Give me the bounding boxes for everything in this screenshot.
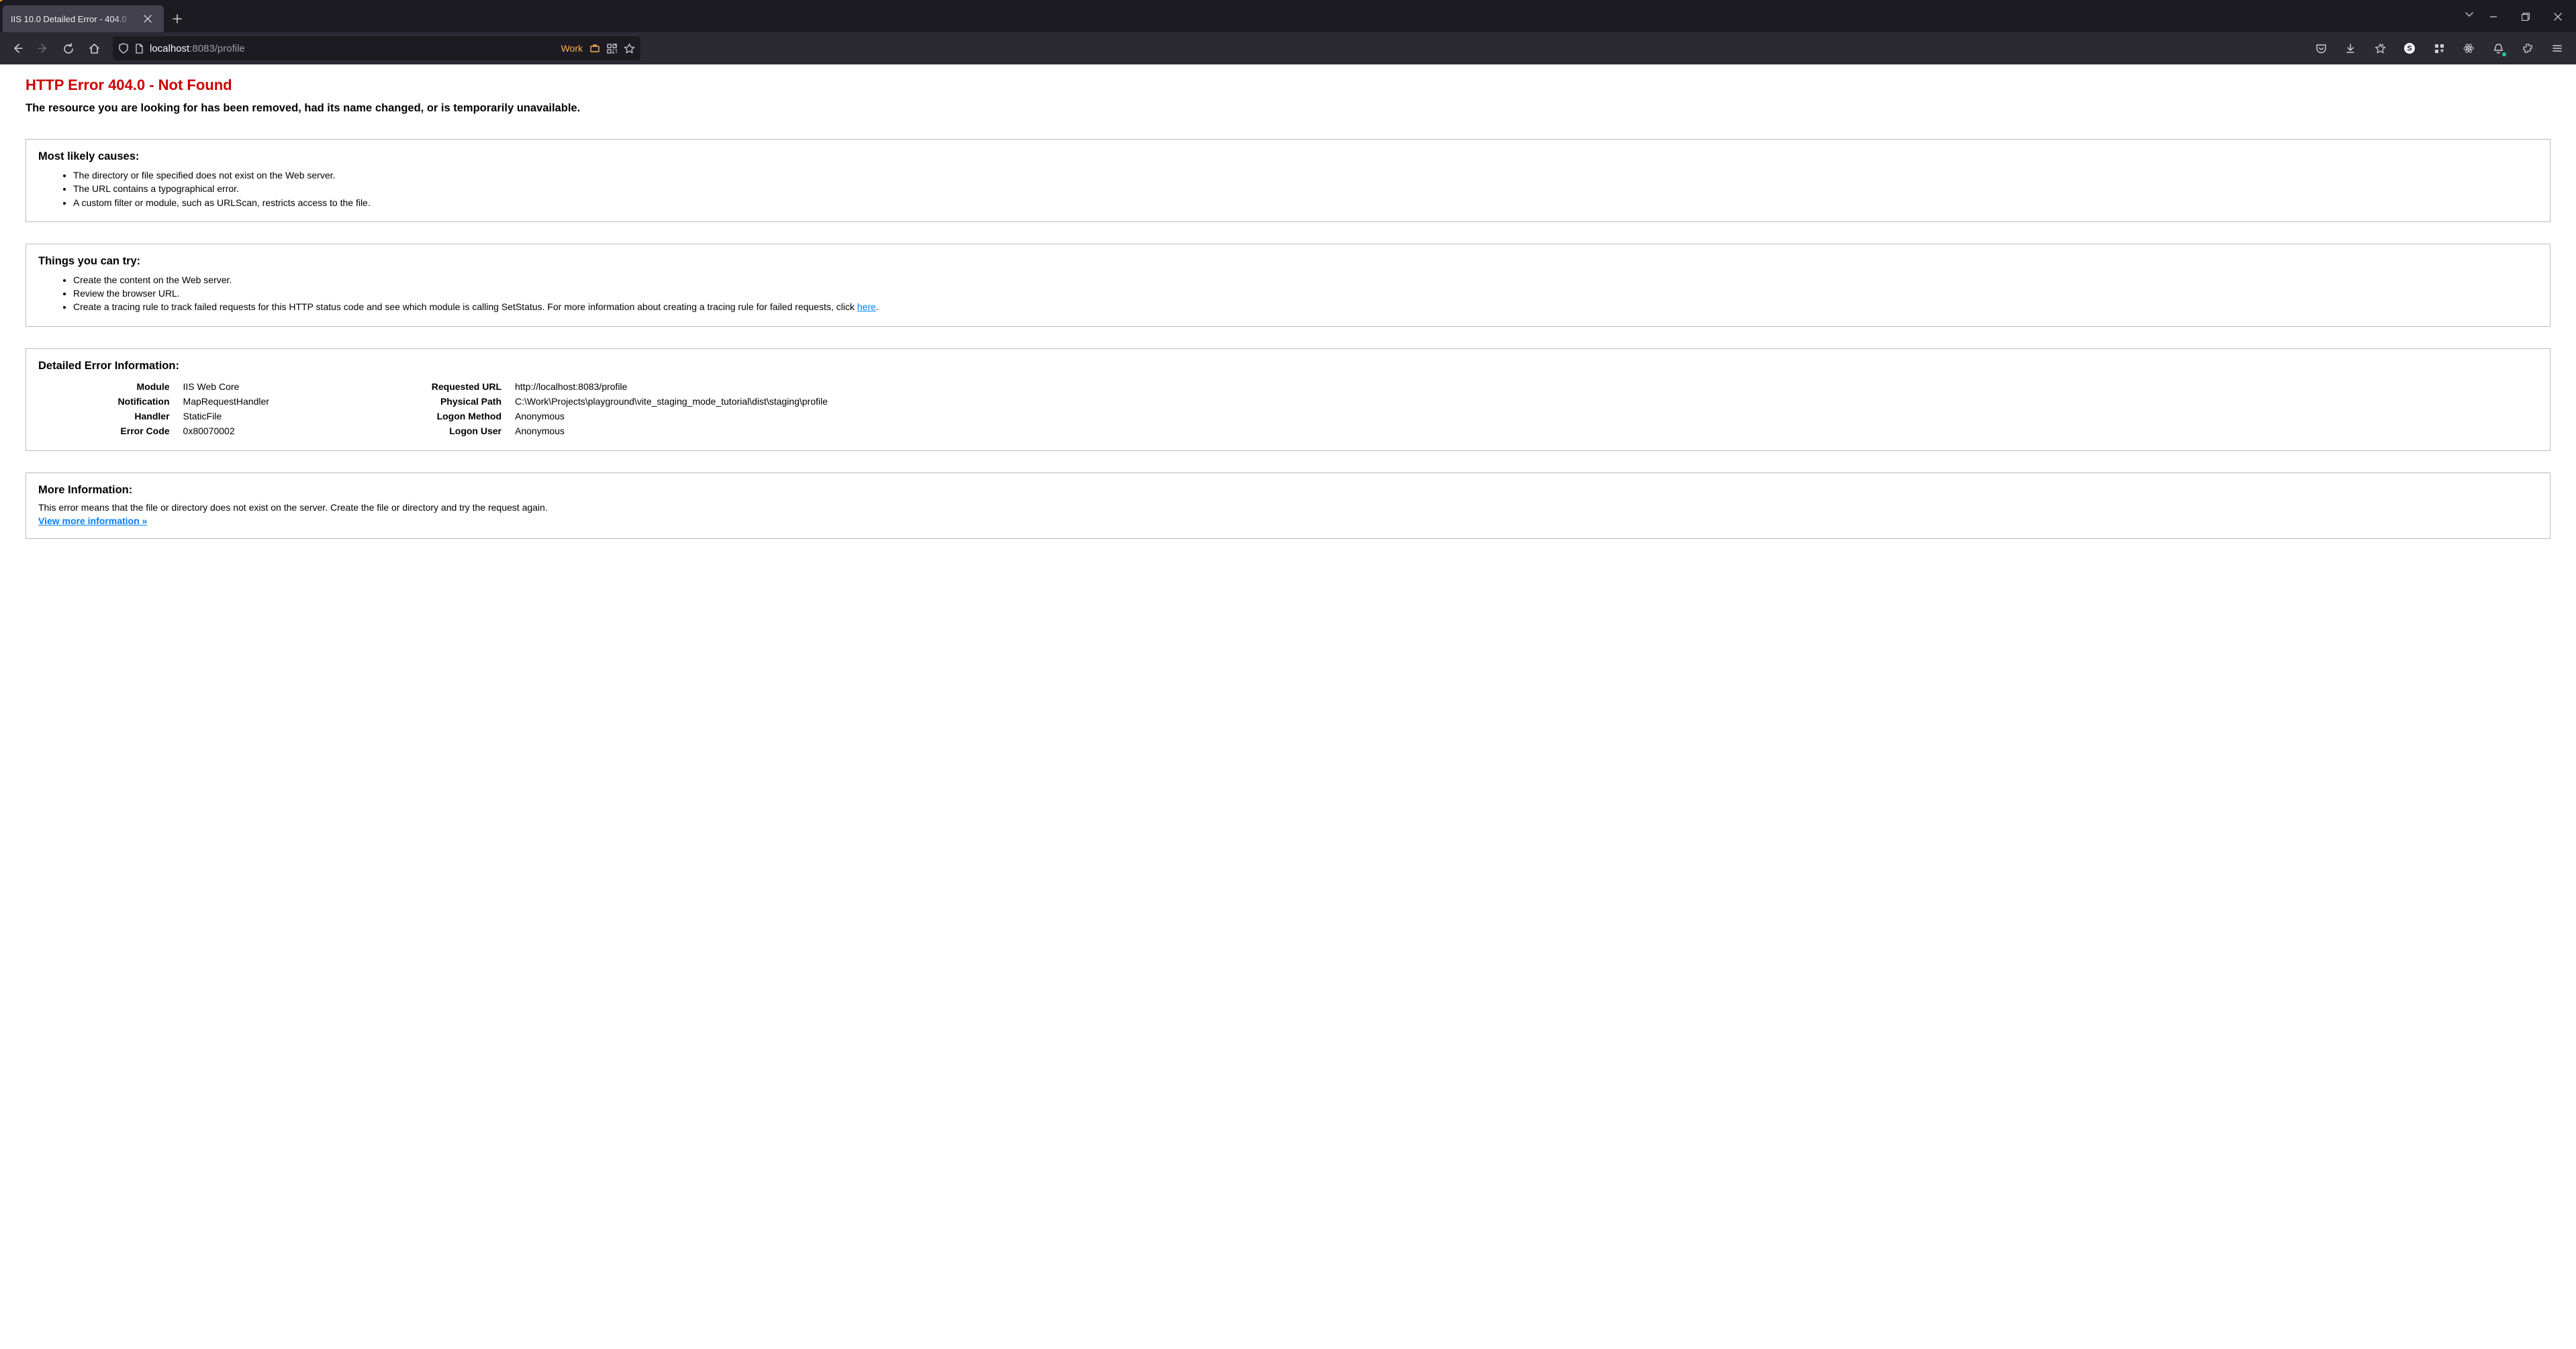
briefcase-icon bbox=[589, 43, 600, 54]
list-item: Review the browser URL. bbox=[73, 287, 2538, 300]
address-bar[interactable]: localhost:8083/profile Work bbox=[113, 36, 640, 60]
handler-value: StaticFile bbox=[177, 409, 387, 423]
try-panel: Things you can try: Create the content o… bbox=[26, 244, 2550, 327]
logonuser-value: Anonymous bbox=[508, 423, 2538, 438]
maximize-button[interactable] bbox=[2512, 4, 2540, 30]
list-item: Create the content on the Web server. bbox=[73, 273, 2538, 287]
browser-tab[interactable]: IIS 10.0 Detailed Error - 404.0 - Not Fo… bbox=[3, 5, 164, 32]
detail-col-left: ModuleIIS Web Core NotificationMapReques… bbox=[38, 379, 387, 438]
downloads-icon[interactable] bbox=[2340, 38, 2361, 59]
list-item: A custom filter or module, such as URLSc… bbox=[73, 196, 2538, 209]
svg-text:S: S bbox=[2407, 45, 2412, 53]
toolbar-right: S bbox=[647, 38, 2571, 59]
physpath-value: C:\Work\Projects\playground\vite_staging… bbox=[508, 394, 2538, 409]
requrl-value: http://localhost:8083/profile bbox=[508, 379, 2538, 394]
bookmark-star-icon[interactable] bbox=[624, 43, 635, 54]
list-item: The URL contains a typographical error. bbox=[73, 182, 2538, 195]
nav-toolbar: localhost:8083/profile Work bbox=[0, 32, 2576, 64]
detail-panel: Detailed Error Information: ModuleIIS We… bbox=[26, 348, 2550, 451]
tracing-link[interactable]: here bbox=[857, 301, 876, 312]
notification-value: MapRequestHandler bbox=[177, 394, 387, 409]
tracing-text: Create a tracing rule to track failed re… bbox=[73, 301, 857, 312]
errorcode-label: Error Code bbox=[38, 423, 177, 438]
menu-button[interactable] bbox=[2546, 38, 2568, 59]
tab-title: IIS 10.0 Detailed Error - 404.0 - Not Fo… bbox=[11, 14, 133, 24]
react-devtools-icon[interactable] bbox=[2458, 38, 2479, 59]
back-button[interactable] bbox=[5, 36, 30, 60]
qr-icon[interactable] bbox=[607, 44, 617, 54]
minimize-button[interactable] bbox=[2479, 4, 2508, 30]
url-rest: :8083/profile bbox=[189, 43, 245, 54]
address-bar-right: Work bbox=[561, 43, 635, 54]
causes-list: The directory or file specified does not… bbox=[73, 168, 2538, 209]
new-tab-button[interactable] bbox=[168, 9, 187, 28]
requrl-label: Requested URL bbox=[387, 379, 508, 394]
module-value: IIS Web Core bbox=[177, 379, 387, 394]
pocket-icon[interactable] bbox=[2310, 38, 2332, 59]
notifications-bell-icon[interactable] bbox=[2487, 38, 2509, 59]
addons-grid-icon[interactable] bbox=[2428, 38, 2450, 59]
error-subtitle: The resource you are looking for has bee… bbox=[26, 102, 2550, 115]
logonmethod-value: Anonymous bbox=[508, 409, 2538, 423]
list-item: The directory or file specified does not… bbox=[73, 168, 2538, 182]
moreinfo-heading: More Information: bbox=[38, 484, 2538, 497]
error-title: HTTP Error 404.0 - Not Found bbox=[26, 77, 2550, 94]
list-item: Create a tracing rule to track failed re… bbox=[73, 300, 2538, 313]
module-label: Module bbox=[38, 379, 177, 394]
close-tab-icon[interactable] bbox=[138, 9, 157, 28]
notification-label: Notification bbox=[38, 394, 177, 409]
causes-heading: Most likely causes: bbox=[38, 150, 2538, 163]
url-host: localhost bbox=[150, 43, 189, 54]
page-content: HTTP Error 404.0 - Not Found The resourc… bbox=[0, 64, 2576, 587]
browser-chrome: IIS 10.0 Detailed Error - 404.0 - Not Fo… bbox=[0, 0, 2576, 64]
titlebar: IIS 10.0 Detailed Error - 404.0 - Not Fo… bbox=[0, 1, 2576, 32]
home-button[interactable] bbox=[82, 36, 106, 60]
extensions-icon[interactable] bbox=[2517, 38, 2538, 59]
detail-heading: Detailed Error Information: bbox=[38, 360, 2538, 372]
try-list: Create the content on the Web server. Re… bbox=[73, 273, 2538, 314]
close-window-button[interactable] bbox=[2544, 4, 2572, 30]
tracing-suffix: . bbox=[876, 301, 879, 312]
logonmethod-label: Logon Method bbox=[387, 409, 508, 423]
container-label: Work bbox=[561, 43, 583, 54]
moreinfo-text: This error means that the file or direct… bbox=[38, 502, 2538, 513]
detail-col-right: Requested URLhttp://localhost:8083/profi… bbox=[387, 379, 2538, 438]
list-all-tabs-button[interactable] bbox=[2459, 1, 2479, 27]
detail-grid: ModuleIIS Web Core NotificationMapReques… bbox=[38, 379, 2538, 438]
reload-button[interactable] bbox=[56, 36, 81, 60]
logonuser-label: Logon User bbox=[387, 423, 508, 438]
moreinfo-link[interactable]: View more information » bbox=[38, 515, 147, 526]
account-icon[interactable]: S bbox=[2399, 38, 2420, 59]
page-icon bbox=[134, 44, 144, 54]
causes-panel: Most likely causes: The directory or fil… bbox=[26, 139, 2550, 222]
shield-icon[interactable] bbox=[118, 43, 129, 54]
handler-label: Handler bbox=[38, 409, 177, 423]
errorcode-value: 0x80070002 bbox=[177, 423, 387, 438]
notification-dot bbox=[2502, 52, 2506, 56]
url-text: localhost:8083/profile bbox=[150, 43, 556, 54]
window-controls bbox=[2479, 1, 2576, 32]
forward-button[interactable] bbox=[31, 36, 55, 60]
physpath-label: Physical Path bbox=[387, 394, 508, 409]
moreinfo-panel: More Information: This error means that … bbox=[26, 472, 2550, 539]
library-star-icon[interactable] bbox=[2369, 38, 2391, 59]
try-heading: Things you can try: bbox=[38, 255, 2538, 268]
